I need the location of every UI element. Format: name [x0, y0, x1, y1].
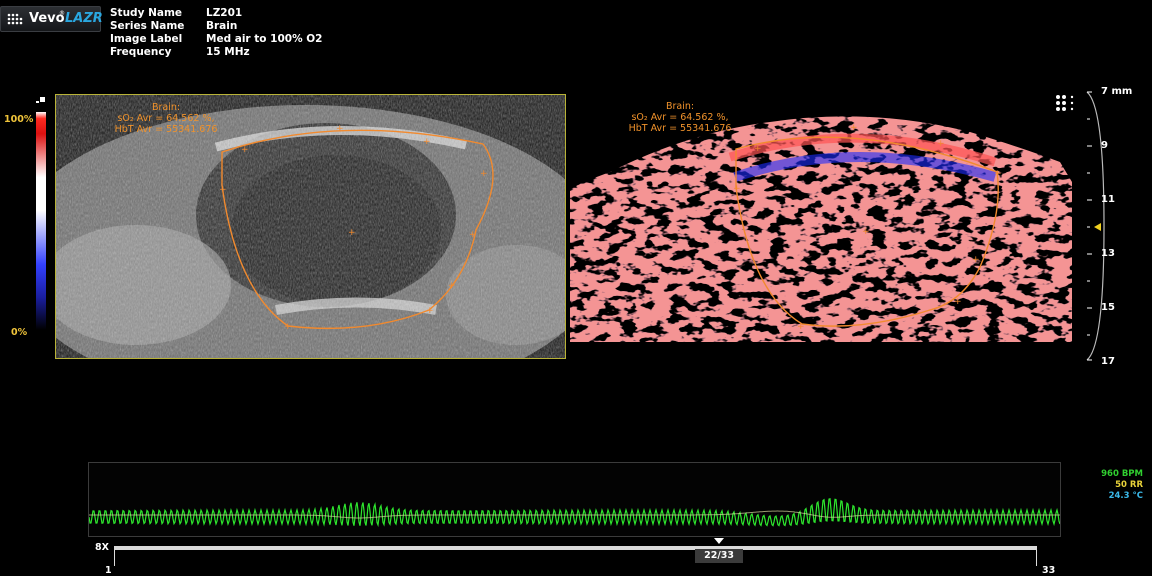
svg-text:+: +	[336, 124, 344, 134]
roi-label-pa: Brain: sO₂ Avr = 64.562 %, HbT Avr = 553…	[610, 101, 750, 134]
svg-text:+: +	[954, 297, 962, 307]
roi-name: Brain:	[151, 102, 181, 113]
playhead-icon[interactable]	[714, 538, 725, 545]
svg-text:+: +	[480, 169, 488, 179]
depth-label: 9	[1101, 140, 1108, 151]
meta-value: 15 MHz	[206, 46, 250, 58]
focus-marker-icon[interactable]	[1094, 223, 1102, 231]
roi-hbt: HbT Avr = 55341.676	[114, 124, 218, 135]
depth-label: 13	[1101, 248, 1115, 259]
meta-value: Brain	[206, 20, 238, 32]
svg-text:+: +	[994, 169, 1002, 179]
roi-so2: sO₂ Avr = 64.562 %,	[117, 113, 215, 124]
end-frame-label: 33	[1042, 565, 1056, 576]
roi-label-us: Brain: sO₂ Avr = 64.562 %, HbT Avr = 553…	[96, 102, 236, 135]
heart-rate: 960 BPM	[1101, 469, 1143, 479]
meta-key: Study Name	[110, 7, 183, 19]
scale-top-label: 100%	[4, 114, 34, 125]
meta-key: Frequency	[110, 46, 172, 58]
meta-value: LZ201	[206, 7, 243, 19]
depth-unit-label: 7 mm	[1101, 86, 1133, 97]
svg-text:+: +	[797, 322, 805, 332]
oxyhemo-image-panel[interactable]: + + + + + + + + + Brain: sO₂ Avr = 64.562 %, H…	[570, 92, 1072, 362]
temperature: 24.3 °C	[1108, 491, 1143, 501]
svg-text:+: +	[426, 306, 434, 316]
roi-hbt: HbT Avr = 55341.676	[628, 123, 732, 134]
start-frame-label: 1	[105, 565, 112, 576]
bmode-image-panel[interactable]: + + + + + + + + + + Brain: sO₂ Avr = 64.562 %,…	[55, 94, 566, 359]
vitals-readout: 960 BPM 50 RR 24.3 °C	[1101, 469, 1143, 502]
transducer-icon[interactable]	[1055, 94, 1079, 114]
scale-bottom-label: 0%	[11, 327, 28, 338]
svg-text:+: +	[754, 144, 762, 154]
svg-text:+: +	[862, 227, 870, 237]
scale-marker-icon	[40, 97, 45, 102]
svg-text:+: +	[850, 123, 858, 133]
depth-label: 11	[1101, 194, 1115, 205]
meta-key: Image Label	[110, 33, 183, 45]
svg-text:+: +	[284, 322, 292, 332]
depth-label: 17	[1101, 356, 1115, 367]
ecg-line	[88, 498, 1061, 528]
scale-marker-tick	[36, 101, 39, 103]
svg-text:+: +	[348, 228, 356, 238]
svg-text:+: +	[733, 184, 741, 194]
svg-text:+: +	[972, 255, 980, 265]
logo-product: LAZR	[65, 11, 103, 26]
svg-text:+: +	[219, 185, 227, 195]
frame-slider-track[interactable]	[114, 546, 1036, 550]
svg-text:+: +	[241, 145, 249, 155]
frame-counter: 22/33	[695, 549, 744, 563]
track-end-tick	[1036, 546, 1037, 566]
zoom-label: 8X	[95, 542, 109, 553]
meta-key: Series Name	[110, 20, 185, 32]
roi-name: Brain:	[665, 101, 695, 112]
svg-text:+: +	[937, 139, 945, 149]
physiology-trace-panel[interactable]	[88, 462, 1061, 537]
depth-label: 15	[1101, 302, 1115, 313]
roi-so2: sO₂ Avr = 64.562 %,	[631, 112, 729, 123]
svg-text:+: +	[469, 230, 477, 240]
ecg-waveform	[88, 498, 1061, 528]
color-scale-bar	[36, 112, 46, 330]
meta-value: Med air to 100% O2	[206, 33, 323, 45]
logo-dots-icon	[7, 13, 23, 25]
svg-text:+: +	[448, 281, 456, 291]
svg-text:+: +	[423, 137, 431, 147]
respiration-rate: 50 RR	[1115, 480, 1143, 490]
vevo-lazr-logo: Vevo ® LAZR	[0, 6, 103, 32]
